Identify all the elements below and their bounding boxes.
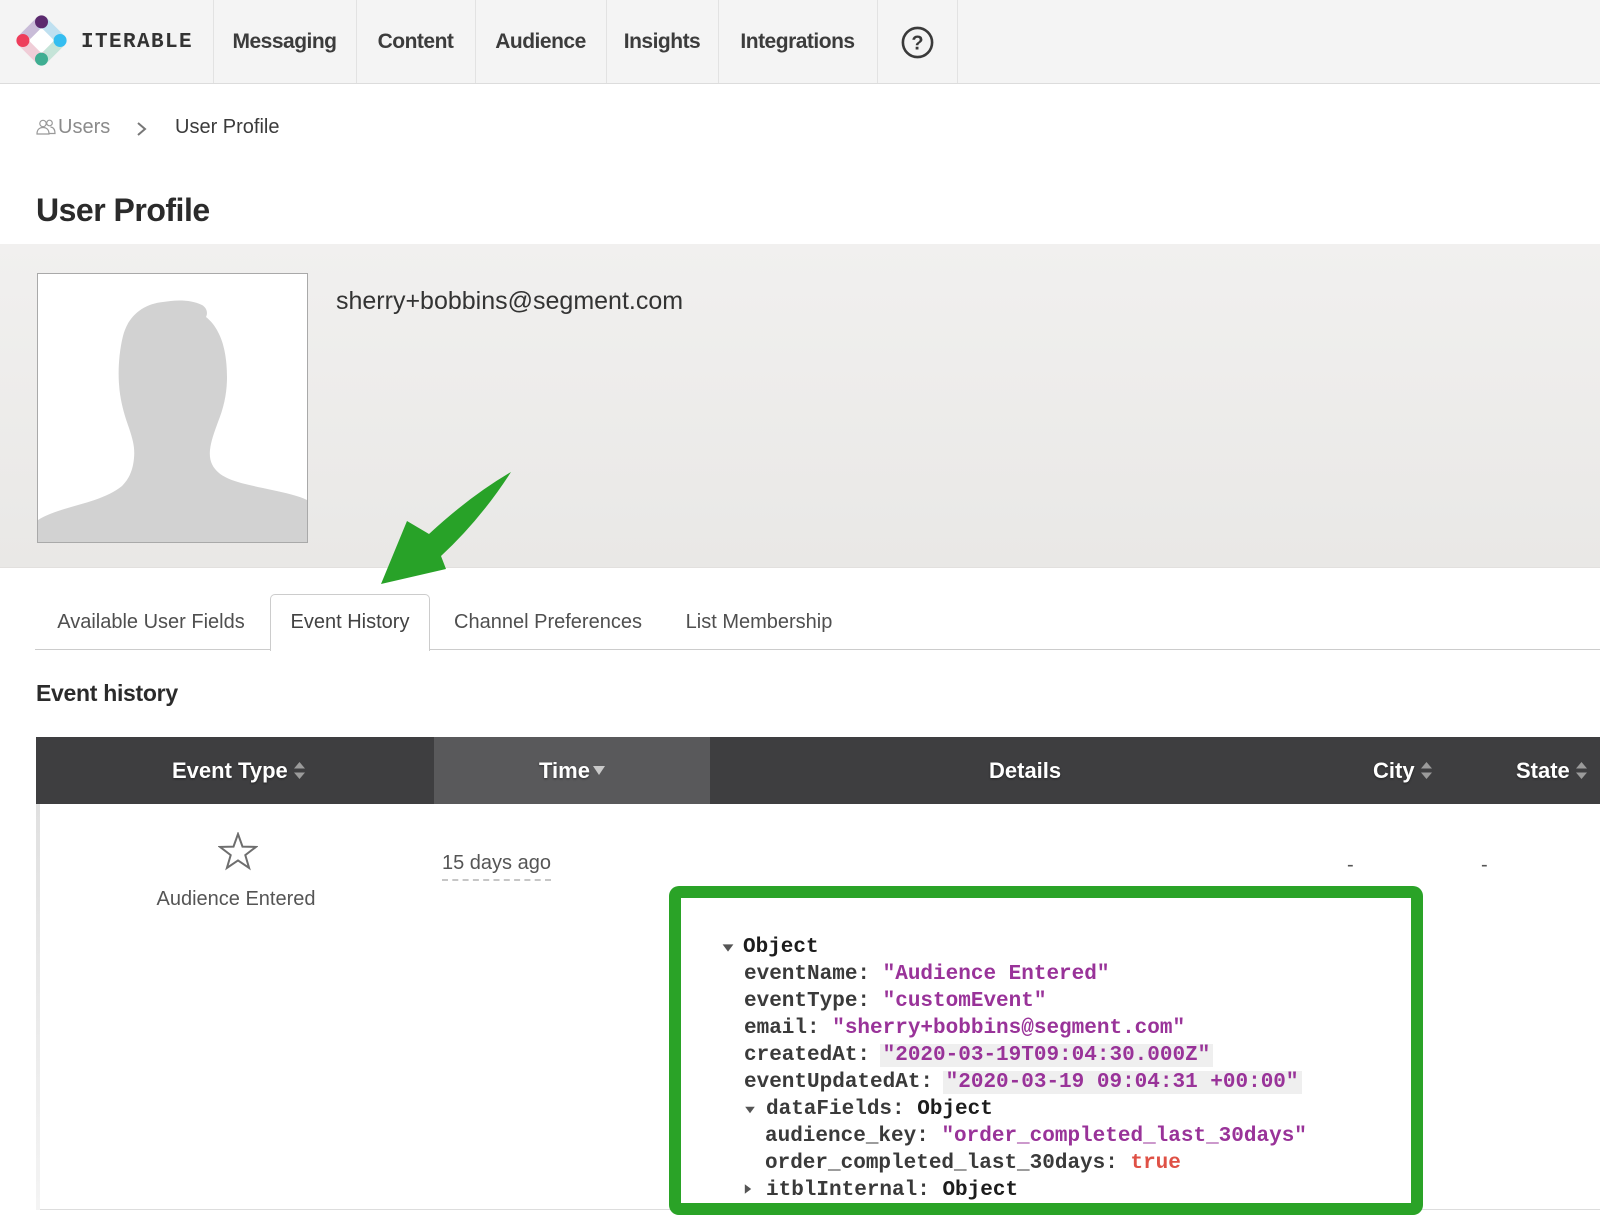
svg-text:?: ? [911,33,923,55]
